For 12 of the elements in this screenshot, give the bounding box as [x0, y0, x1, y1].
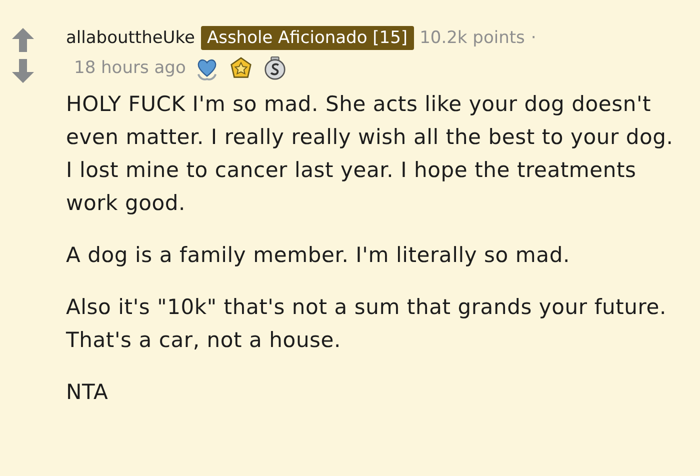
comment-paragraph: A dog is a family member. I'm literally so mad. — [66, 242, 571, 269]
separator: · — [530, 28, 536, 48]
comment-paragraph: Also it's "10k" that's not a sum that grands your future. That's a car, not a house. — [66, 294, 668, 354]
comment-paragraph: HOLY FUCK I'm so mad. She acts like your dog doesn't even matter. I really really wish all the best to your dog. I lost mine to cancer last year. I hope the treatments work good. — [66, 91, 674, 217]
downvote-icon[interactable] — [11, 58, 35, 84]
star-award-icon — [228, 55, 254, 81]
upvote-icon[interactable] — [11, 27, 35, 53]
coin-award-icon — [262, 55, 288, 81]
user-flair: Asshole Aficionado [15] — [200, 26, 414, 50]
points-count: 10.2k points — [420, 28, 525, 48]
username[interactable]: allabouttheUke — [66, 28, 195, 48]
comment-paragraph: NTA — [66, 379, 110, 406]
